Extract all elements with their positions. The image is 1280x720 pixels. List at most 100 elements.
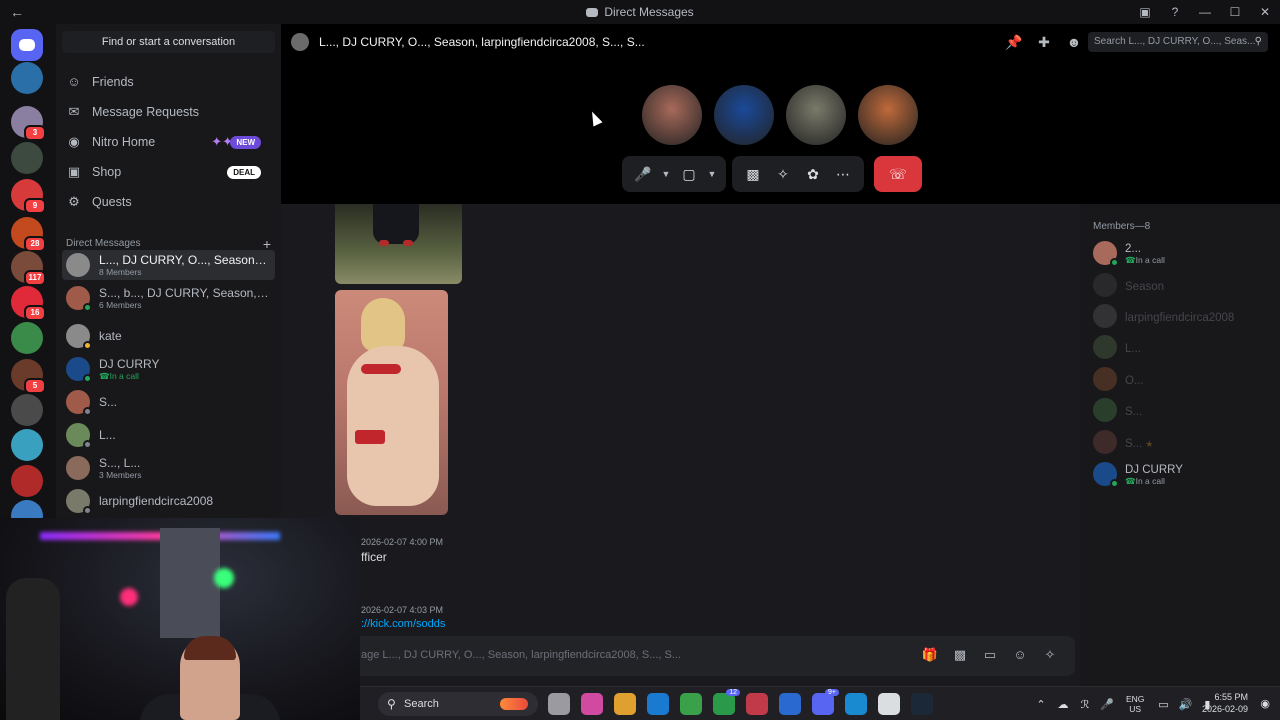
- member-item[interactable]: larpingfiendcirca2008: [1093, 302, 1273, 330]
- minimize-button[interactable]: —: [1190, 0, 1220, 24]
- taskbar-app-icon[interactable]: [581, 693, 603, 715]
- call-area: L..., DJ CURRY, O..., Season, larpingfie…: [281, 24, 1280, 204]
- gift-icon[interactable]: 🎁: [915, 647, 945, 663]
- sticker-icon[interactable]: ▭: [975, 647, 1005, 663]
- participant-avatar[interactable]: [714, 85, 774, 145]
- dm-item[interactable]: S..., L... 3 Members: [62, 453, 275, 483]
- more-options-icon[interactable]: ⋯: [828, 166, 858, 183]
- display-icon[interactable]: ▭: [1152, 698, 1174, 711]
- participant-avatar[interactable]: [642, 85, 702, 145]
- taskbar-app-icon[interactable]: [680, 693, 702, 715]
- participant-avatar[interactable]: [858, 85, 918, 145]
- member-list-icon[interactable]: ☻: [1059, 34, 1089, 51]
- find-conversation-button[interactable]: Find or start a conversation: [62, 31, 275, 53]
- member-item[interactable]: L...: [1093, 333, 1273, 361]
- language-indicator[interactable]: ENG US: [1126, 694, 1144, 714]
- member-item[interactable]: O...: [1093, 365, 1273, 393]
- dm-item[interactable]: kate: [62, 321, 275, 351]
- member-item[interactable]: 2...In a call: [1093, 239, 1273, 267]
- clock[interactable]: 6:55 PM 2026-02-09: [1202, 691, 1248, 715]
- add-friends-icon[interactable]: ✚: [1029, 34, 1059, 51]
- server-icon[interactable]: 3: [11, 106, 46, 141]
- onedrive-icon[interactable]: ☁: [1052, 698, 1074, 711]
- activities-icon[interactable]: ✧: [768, 166, 798, 183]
- apps-icon[interactable]: ✧: [1035, 647, 1065, 663]
- taskbar-search[interactable]: ⚲ Search: [378, 692, 538, 716]
- notification-bell-icon[interactable]: ◉: [1260, 697, 1270, 710]
- chevron-up-icon[interactable]: ⌃: [1030, 698, 1052, 711]
- microphone-icon[interactable]: 🎤: [628, 166, 658, 183]
- chevron-down-icon[interactable]: ▼: [704, 169, 720, 179]
- taskbar-app-icon[interactable]: [845, 693, 867, 715]
- message-link[interactable]: ://kick.com/sodds: [361, 618, 445, 630]
- search-input[interactable]: Search L..., DJ CURRY, O..., Seas... ⚲: [1088, 32, 1268, 52]
- gif-icon[interactable]: ▩: [945, 647, 975, 663]
- server-icon[interactable]: 16: [11, 286, 46, 321]
- member-status-text: In a call: [1125, 476, 1183, 487]
- member-name-row: DJ CURRY: [1125, 461, 1183, 476]
- member-item[interactable]: DJ CURRYIn a call: [1093, 460, 1273, 488]
- clock-date: 2026-02-09: [1201, 704, 1248, 714]
- close-button[interactable]: ✕: [1250, 0, 1280, 24]
- message-composer[interactable]: age L..., DJ CURRY, O..., Season, larpin…: [335, 636, 1075, 676]
- server-icon[interactable]: [11, 62, 43, 94]
- member-text: Season: [1125, 278, 1164, 293]
- nav-shop[interactable]: ▣ Shop DEAL: [62, 158, 275, 186]
- participant-avatar[interactable]: [786, 85, 846, 145]
- member-item[interactable]: S...: [1093, 396, 1273, 424]
- maximize-button[interactable]: ☐: [1220, 0, 1250, 24]
- server-icon[interactable]: 9: [11, 179, 46, 214]
- disconnect-button[interactable]: ☏: [874, 156, 922, 192]
- pin-icon[interactable]: 📌: [999, 34, 1029, 51]
- server-icon[interactable]: [11, 394, 43, 426]
- taskbar-app-icon[interactable]: [779, 693, 801, 715]
- help-icon[interactable]: ?: [1160, 0, 1190, 24]
- taskbar-app-icon[interactable]: [911, 693, 933, 715]
- image-attachment[interactable]: [335, 204, 462, 284]
- taskbar-app-icon[interactable]: [614, 693, 636, 715]
- taskbar-app-icon[interactable]: [746, 693, 768, 715]
- volume-icon[interactable]: 🔊: [1174, 698, 1196, 711]
- taskbar-app-icon[interactable]: [878, 693, 900, 715]
- nav-quests[interactable]: ⚙ Quests: [62, 188, 275, 216]
- dm-item[interactable]: L..., DJ CURRY, O..., Season, lar... 8 Me…: [62, 250, 275, 280]
- nav-nitro-home[interactable]: ◉ Nitro Home ✦✦ NEW: [62, 128, 275, 156]
- member-name-row: L...: [1125, 340, 1141, 355]
- server-icon[interactable]: 28: [11, 217, 46, 252]
- emoji-icon[interactable]: ☺: [1005, 647, 1035, 663]
- home-button[interactable]: [11, 29, 43, 61]
- member-name-row: 2...: [1125, 240, 1165, 255]
- member-item[interactable]: S... ★: [1093, 428, 1273, 456]
- server-icon[interactable]: [11, 322, 43, 354]
- image-attachment[interactable]: [335, 290, 448, 515]
- quests-icon: ⚙: [68, 194, 80, 209]
- taskbar-app-icon[interactable]: [647, 693, 669, 715]
- chevron-down-icon[interactable]: ▼: [658, 169, 674, 179]
- mic-icon[interactable]: 🎤: [1096, 698, 1118, 711]
- taskbar-app-icon[interactable]: [548, 693, 570, 715]
- taskbar-app-icon[interactable]: 9+: [812, 689, 839, 715]
- message-timestamp: 2026-02-07 4:03 PM: [361, 605, 444, 615]
- server-icon[interactable]: [11, 429, 43, 461]
- server-icon[interactable]: [11, 142, 43, 174]
- unread-badge: 9: [24, 198, 46, 214]
- nav-friends[interactable]: ☺ Friends: [62, 68, 275, 96]
- dm-item[interactable]: L...: [62, 420, 275, 450]
- bluetooth-icon[interactable]: ℛ: [1074, 698, 1096, 711]
- soundboard-icon[interactable]: ✿: [798, 166, 828, 183]
- camera-off-icon[interactable]: ▢: [674, 166, 704, 183]
- taskbar-app-icon[interactable]: 12: [713, 689, 740, 715]
- dm-item[interactable]: DJ CURRYIn a call: [62, 354, 275, 384]
- member-item[interactable]: Season: [1093, 271, 1273, 299]
- screen-share-icon[interactable]: ▩: [738, 166, 768, 183]
- dm-item[interactable]: S..., b..., DJ CURRY, Season, larp...6 M…: [62, 283, 275, 313]
- server-icon[interactable]: 5: [11, 359, 46, 394]
- dm-item-subtitle: 3 Members: [99, 470, 142, 480]
- member-text: DJ CURRYIn a call: [1125, 461, 1183, 487]
- server-icon[interactable]: 117: [11, 251, 46, 286]
- dm-item[interactable]: S...: [62, 387, 275, 417]
- nav-message-requests[interactable]: ✉ Message Requests: [62, 98, 275, 126]
- inbox-icon[interactable]: ▣: [1130, 0, 1160, 24]
- server-icon[interactable]: [11, 465, 43, 497]
- dm-item[interactable]: larpingfiendcirca2008: [62, 486, 275, 516]
